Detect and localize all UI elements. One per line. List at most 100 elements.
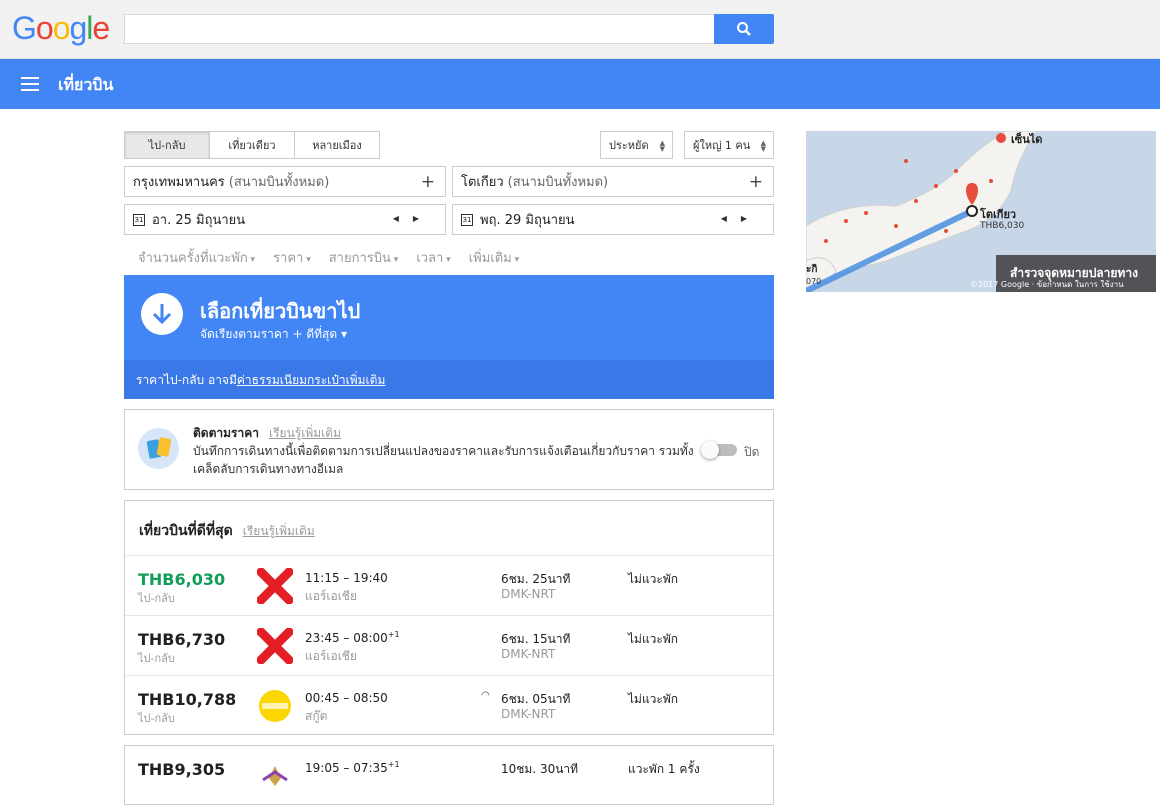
price-tag-icon: [138, 428, 179, 469]
cabin-class-select[interactable]: ประหยัด ▲ ▼: [600, 131, 673, 159]
destination-airports: (สนามบินทั้งหมด): [507, 175, 609, 190]
menu-icon[interactable]: [21, 77, 39, 91]
map-credit: ©2017 Google · ข้อกำหนด ในการ ใช้งาน: [970, 280, 1124, 289]
tab-one-way[interactable]: เที่ยวเดียว: [209, 131, 295, 159]
origin-city: กรุงเทพมหานคร: [133, 175, 225, 190]
search-icon: [737, 22, 751, 36]
date-nav-arrows-icon[interactable]: ◀▶: [393, 214, 433, 223]
filter-more[interactable]: เพิ่มเติม: [469, 247, 519, 268]
map-city-main-price: THB6,030: [980, 221, 1025, 231]
flight-row[interactable]: THB6,030 ไป-กลับ 11:15 – 19:40 แอร์เอเชี…: [125, 555, 773, 615]
flight-times: 19:05 – 07:35+1: [305, 760, 400, 775]
map-city-top: เซ็นได: [1011, 133, 1043, 146]
best-flights-card: เที่ยวบินที่ดีที่สุด เรียนรู้เพิ่มเติม TH…: [124, 500, 774, 735]
return-date-field[interactable]: 31 พฤ. 29 มิถุนายน ◀▶: [452, 204, 774, 235]
airasia-logo-icon: [257, 568, 293, 604]
search-button[interactable]: [714, 14, 774, 44]
updown-icon: ▲ ▼: [760, 139, 766, 153]
flight-stops: ไม่แวะพัก: [628, 692, 679, 706]
flight-times-text: 23:45 – 08:00: [305, 631, 388, 645]
tracking-title-text: ติดตามราคา: [193, 426, 259, 440]
flight-price: THB6,030: [138, 570, 226, 589]
calendar-icon: 31: [461, 213, 473, 226]
best-flights-learn-more-link[interactable]: เรียนรู้เพิ่มเติม: [243, 524, 315, 538]
app-title: เที่ยวบิน: [58, 75, 114, 94]
filter-bar: จำนวนครั้งที่แวะพัก ราคา สายการบิน เวลา …: [138, 247, 519, 268]
other-flights-card: THB9,305 19:05 – 07:35+1 10ชม. 30นาที แว…: [124, 745, 774, 805]
flight-route: DMK-NRT: [501, 647, 556, 661]
thai-airways-logo-icon: [262, 766, 288, 786]
best-flights-title: เที่ยวบินที่ดีที่สุด: [139, 523, 233, 539]
passengers-value: ผู้ใหญ่ 1 คน: [693, 139, 751, 152]
flight-stops: แวะพัก 1 ครั้ง: [628, 762, 700, 776]
passengers-select[interactable]: ผู้ใหญ่ 1 คน ▲ ▼: [684, 131, 774, 159]
flight-times: 11:15 – 19:40: [305, 570, 388, 585]
flight-price: THB6,730: [138, 630, 226, 649]
price-note: ไป-กลับ: [138, 712, 175, 725]
price-tracking-toggle[interactable]: [701, 441, 739, 459]
toggle-state-label: ปิด: [744, 445, 760, 459]
tab-multi-city[interactable]: หลายเมือง: [294, 131, 380, 159]
destination-city: โตเกียว: [461, 175, 504, 190]
flight-times-text: 19:05 – 07:35: [305, 761, 388, 775]
google-logo[interactable]: Google: [12, 10, 110, 47]
return-date: พฤ. 29 มิถุนายน: [480, 213, 575, 228]
flight-stops: ไม่แวะพัก: [628, 632, 679, 646]
search-input[interactable]: [124, 14, 715, 44]
origin-airports: (สนามบินทั้งหมด): [228, 175, 330, 190]
updown-icon: ▲ ▼: [659, 139, 665, 153]
arrow-down-icon: [141, 293, 183, 335]
flight-price: THB10,788: [138, 690, 237, 709]
tracking-description: บันทึกการเดินทางนี้เพื่อติดตามการเปลี่ยน…: [193, 444, 694, 476]
fee-notice-text: ราคาไป-กลับ อาจมี: [136, 373, 237, 387]
flight-duration: 10ชม. 30นาที: [501, 762, 579, 776]
flight-route: DMK-NRT: [501, 587, 556, 601]
map-city-left-price: 070: [806, 277, 822, 286]
filter-airline[interactable]: สายการบิน: [329, 247, 399, 268]
price-tracking-card: ติดตามราคา เรียนรู้เพิ่มเติม บันทึกการเดิ…: [124, 409, 774, 490]
map-city-left: ะกิ: [806, 264, 818, 275]
airasia-logo-icon: [257, 628, 293, 664]
price-note: ไป-กลับ: [138, 592, 175, 605]
flight-row[interactable]: THB9,305 19:05 – 07:35+1 10ชม. 30นาที แว…: [125, 746, 773, 806]
calendar-icon: 31: [133, 213, 145, 226]
bag-fee-link[interactable]: ค่าธรรมเนียมกระเป๋าเพิ่มเติม: [237, 373, 385, 387]
select-outbound-banner: เลือกเที่ยวบินขาไป จัดเรียงตามราคา + ดีท…: [124, 275, 774, 360]
tab-round-trip[interactable]: ไป-กลับ: [124, 131, 210, 159]
airline-name: แอร์เอเชีย: [305, 589, 357, 603]
destination-map[interactable]: เซ็นได โตเกียว THB6,030 ะกิ 070 สำรวจจุด…: [806, 131, 1156, 292]
add-destination-icon[interactable]: +: [749, 172, 763, 192]
flight-row[interactable]: THB6,730 ไป-กลับ 23:45 – 08:00+1 แอร์เอเ…: [125, 615, 773, 675]
plus-day: +1: [387, 630, 400, 639]
price-note: ไป-กลับ: [138, 652, 175, 665]
scoot-logo-icon: [259, 690, 291, 722]
top-search-bar: Google: [0, 0, 1160, 59]
flight-times: 00:45 – 08:50: [305, 690, 388, 705]
flight-stops: ไม่แวะพัก: [628, 572, 679, 586]
tracking-title: ติดตามราคา เรียนรู้เพิ่มเติม: [193, 424, 341, 443]
flight-price: THB9,305: [138, 760, 226, 779]
filter-price[interactable]: ราคา: [273, 247, 311, 268]
depart-date-field[interactable]: 31 อา. 25 มิถุนายน ◀▶: [124, 204, 446, 235]
tracking-learn-more-link[interactable]: เรียนรู้เพิ่มเติม: [269, 426, 341, 440]
cabin-class-value: ประหยัด: [609, 139, 649, 152]
flight-times-text: 00:45 – 08:50: [305, 691, 388, 705]
flight-times: 23:45 – 08:00+1: [305, 630, 400, 645]
plus-day: +1: [387, 760, 400, 769]
destination-field[interactable]: โตเกียว (สนามบินทั้งหมด) +: [452, 166, 774, 197]
date-nav-arrows-icon[interactable]: ◀▶: [721, 214, 761, 223]
airline-name: สกู๊ต: [305, 709, 328, 723]
add-origin-icon[interactable]: +: [421, 172, 435, 192]
best-flights-heading: เที่ยวบินที่ดีที่สุด เรียนรู้เพิ่มเติม: [139, 520, 315, 542]
depart-date: อา. 25 มิถุนายน: [152, 213, 246, 228]
filter-stops[interactable]: จำนวนครั้งที่แวะพัก: [138, 247, 255, 268]
banner-title: เลือกเที่ยวบินขาไป: [200, 299, 361, 323]
flight-row[interactable]: THB10,788 ไป-กลับ ◠ 00:45 – 08:50 สกู๊ต …: [125, 675, 773, 735]
wifi-icon: ◠: [481, 690, 490, 701]
filter-time[interactable]: เวลา: [416, 247, 450, 268]
origin-field[interactable]: กรุงเทพมหานคร (สนามบินทั้งหมด) +: [124, 166, 446, 197]
fee-notice: ราคาไป-กลับ อาจมีค่าธรรมเนียมกระเป๋าเพิ่…: [124, 360, 774, 399]
airline-name: แอร์เอเชีย: [305, 649, 357, 663]
app-bar: เที่ยวบิน: [0, 59, 1160, 109]
sort-dropdown[interactable]: จัดเรียงตามราคา + ดีที่สุด ▾: [200, 325, 347, 344]
